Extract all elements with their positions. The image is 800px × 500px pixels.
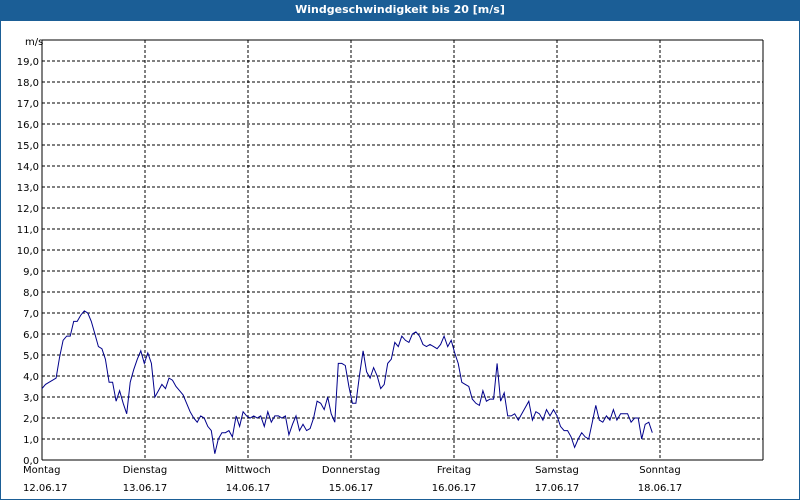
wind-speed-series-line	[41, 310, 653, 454]
x-day-label: Samstag	[535, 465, 579, 476]
y-tick-label: 16,0	[17, 120, 39, 131]
y-tick-label: 13,0	[17, 183, 39, 194]
x-axis-labels: Montag 12.06.17 Dienstag 13.06.17 Mittwoch 14…	[23, 465, 682, 494]
horizontal-gridlines	[42, 60, 763, 440]
x-date-label: 13.06.17	[123, 483, 168, 494]
y-tick-label: 8,0	[23, 288, 39, 299]
x-date-label: 15.06.17	[329, 483, 374, 494]
y-tick-label: 10,0	[17, 246, 39, 257]
y-tick-label: 3,0	[23, 393, 39, 404]
y-tick-label: 14,0	[17, 162, 39, 173]
x-day-label: Montag	[23, 465, 60, 476]
y-tick-label: 11,0	[17, 225, 39, 236]
y-axis-ticks: 0,01,02,03,04,05,06,07,08,09,010,011,012…	[17, 57, 39, 467]
y-tick-label: 17,0	[17, 99, 39, 110]
y-tick-label: 12,0	[17, 204, 39, 215]
y-axis-unit-label: m/s	[25, 37, 43, 48]
x-day-label: Donnerstag	[322, 465, 380, 476]
y-tick-label: 15,0	[17, 141, 39, 152]
wind-speed-chart: 0,01,02,03,04,05,06,07,08,09,010,011,012…	[17, 37, 764, 494]
x-date-label: 18.06.17	[638, 483, 683, 494]
chart-frame: 0,0 1,0 2,0 3,0 4,0 5,0 6,0 7,0 8,0 9,0 10,0 11,0 12…	[0, 20, 800, 500]
y-tick-label: 19,0	[17, 57, 39, 68]
y-tick-label: 18,0	[17, 78, 39, 89]
chart-title: Windgeschwindigkeit bis 20 [m/s]	[0, 0, 800, 20]
y-tick-label: 4,0	[23, 372, 39, 383]
x-day-label: Dienstag	[123, 465, 168, 476]
x-date-label: 12.06.17	[23, 483, 68, 494]
y-tick-label: 7,0	[23, 309, 39, 320]
y-tick-label: 6,0	[23, 330, 39, 341]
x-day-label: Freitag	[437, 465, 471, 476]
y-tick-label: 5,0	[23, 351, 39, 362]
x-date-label: 16.06.17	[432, 483, 477, 494]
x-date-label: 14.06.17	[226, 483, 271, 494]
y-tick-label: 2,0	[23, 414, 39, 425]
y-tick-label: 9,0	[23, 267, 39, 278]
x-day-label: Mittwoch	[225, 465, 270, 476]
x-day-label: Sonntag	[639, 465, 681, 476]
x-date-label: 17.06.17	[535, 483, 580, 494]
y-tick-label: 1,0	[23, 435, 39, 446]
